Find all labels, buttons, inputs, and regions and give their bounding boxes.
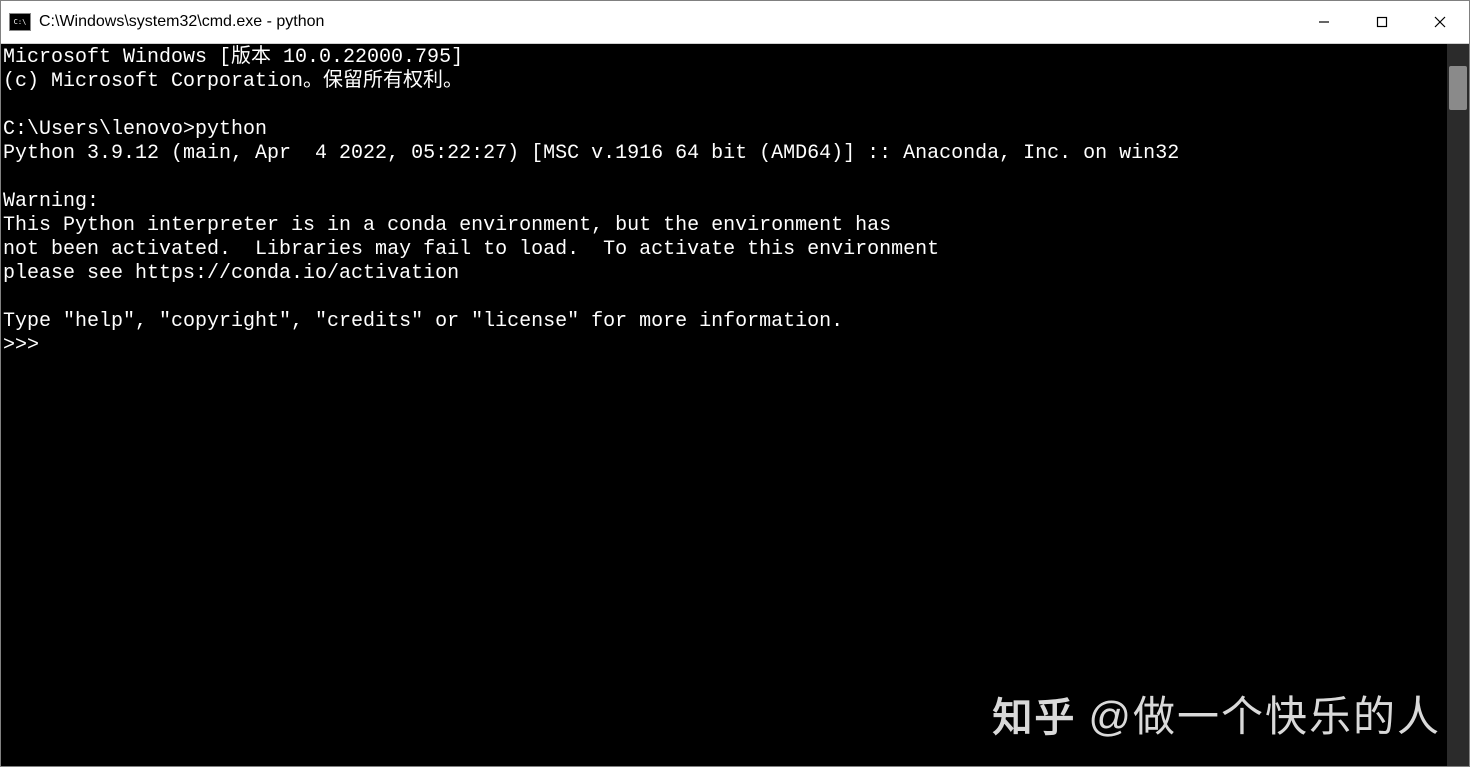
terminal-output[interactable]: Microsoft Windows [版本 10.0.22000.795] (c… <box>1 44 1447 766</box>
minimize-button[interactable] <box>1295 1 1353 43</box>
window-controls <box>1295 1 1469 43</box>
window-title: C:\Windows\system32\cmd.exe - python <box>39 13 1295 31</box>
client-area: Microsoft Windows [版本 10.0.22000.795] (c… <box>1 44 1469 766</box>
scroll-thumb[interactable] <box>1449 66 1467 110</box>
minimize-icon <box>1318 16 1330 28</box>
close-button[interactable] <box>1411 1 1469 43</box>
close-icon <box>1434 16 1446 28</box>
cmd-icon <box>9 13 31 31</box>
titlebar[interactable]: C:\Windows\system32\cmd.exe - python <box>1 1 1469 44</box>
maximize-icon <box>1376 16 1388 28</box>
maximize-button[interactable] <box>1353 1 1411 43</box>
vertical-scrollbar[interactable] <box>1447 44 1469 766</box>
cmd-window: C:\Windows\system32\cmd.exe - python Mic… <box>0 0 1470 767</box>
